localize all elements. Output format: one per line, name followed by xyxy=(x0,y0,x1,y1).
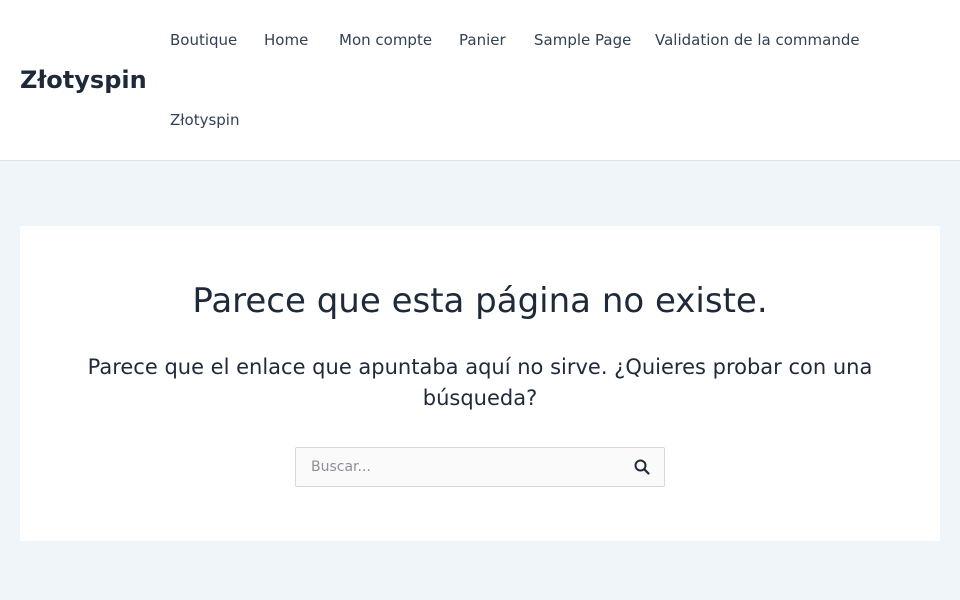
search-input[interactable] xyxy=(296,448,616,486)
site-title[interactable]: Złotyspin xyxy=(20,64,147,96)
nav-item-zlotyspin[interactable]: Złotyspin xyxy=(154,80,256,160)
search-form xyxy=(295,447,665,487)
nav-item-sample-page[interactable]: Sample Page xyxy=(518,0,647,80)
page-title: Parece que esta página no existe. xyxy=(192,281,768,321)
nav-item-mon-compte[interactable]: Mon compte xyxy=(323,0,448,80)
primary-navigation: Boutique Home Mon compte Panier Sample P… xyxy=(154,0,874,160)
page-subtitle: Parece que el enlace que apuntaba aquí n… xyxy=(87,355,873,410)
site-header: Złotyspin Boutique Home Mon compte Panie… xyxy=(0,0,960,161)
nav-item-boutique[interactable]: Boutique xyxy=(154,0,253,80)
nav-item-validation-commande[interactable]: Validation de la commande xyxy=(639,0,876,80)
nav-item-panier[interactable]: Panier xyxy=(443,0,522,80)
search-icon xyxy=(634,459,650,475)
search-button[interactable] xyxy=(632,458,652,478)
nav-item-home[interactable]: Home xyxy=(248,0,324,80)
not-found-section: Parece que esta página no existe. Parece… xyxy=(20,226,940,541)
